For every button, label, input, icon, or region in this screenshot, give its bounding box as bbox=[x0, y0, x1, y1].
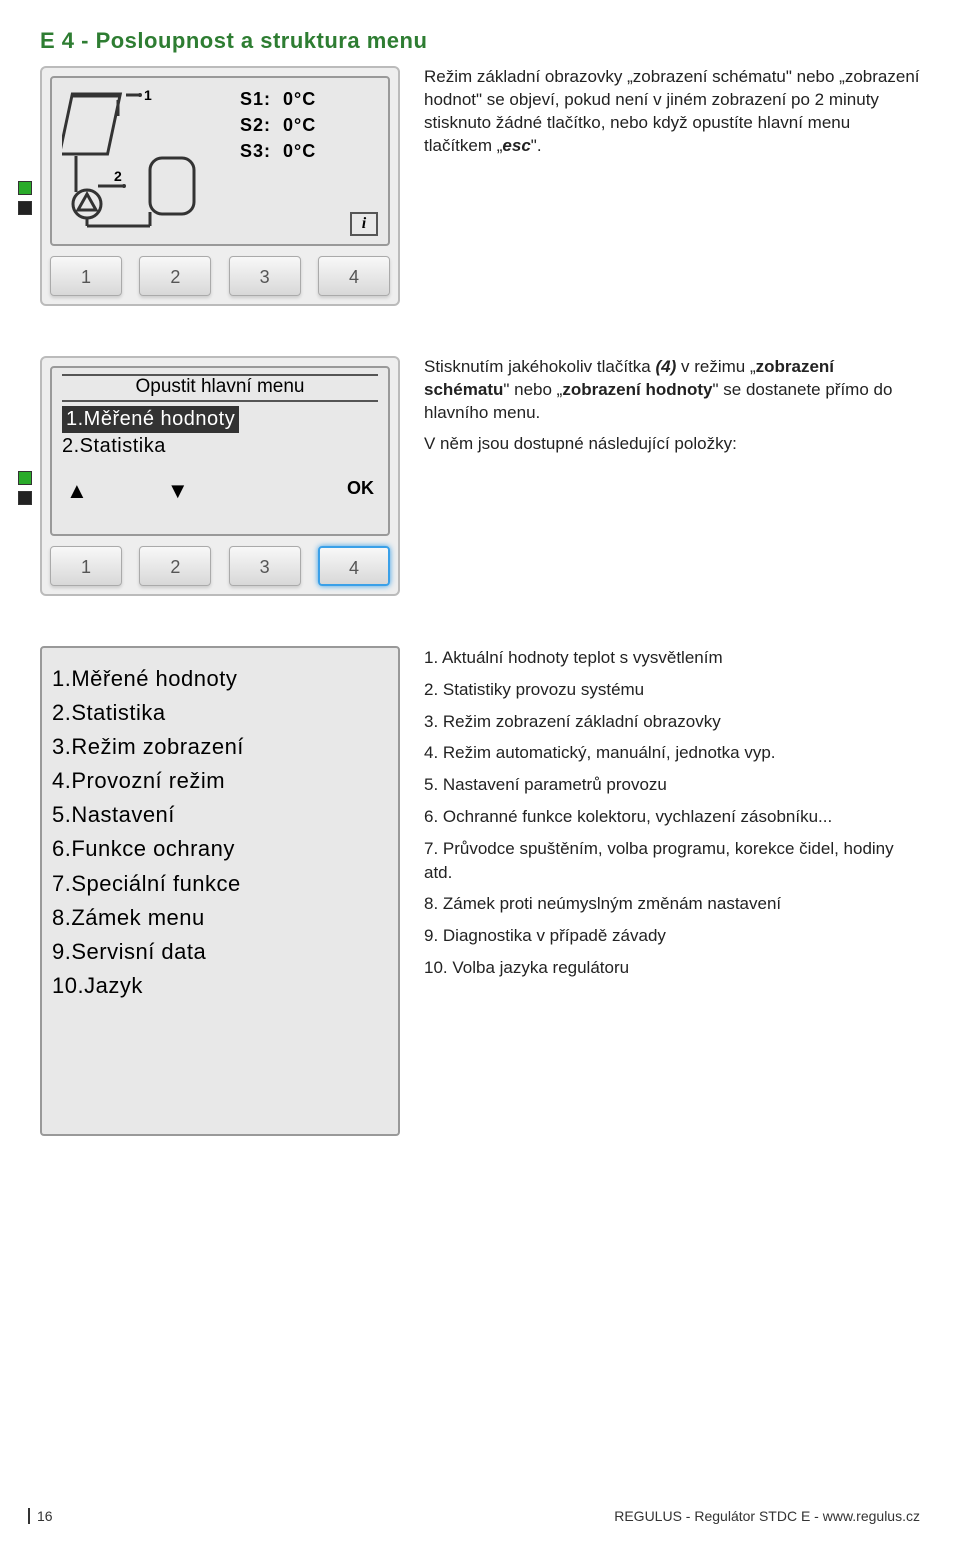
menu-item[interactable]: 1.Měřené hodnoty bbox=[52, 662, 388, 696]
lcd-main-menu: Opustit hlavní menu 1.Měřené hodnoty 2.S… bbox=[50, 366, 390, 536]
key-1[interactable]: 1 bbox=[50, 256, 122, 296]
key-3[interactable]: 3 bbox=[229, 546, 301, 586]
menu-item[interactable]: 10.Jazyk bbox=[52, 969, 388, 1003]
led-green bbox=[18, 471, 32, 485]
device-panel-2: Opustit hlavní menu 1.Měřené hodnoty 2.S… bbox=[40, 356, 400, 596]
svg-text:2: 2 bbox=[114, 168, 122, 184]
menu-item[interactable]: 8.Zámek menu bbox=[52, 901, 388, 935]
info-button[interactable]: i bbox=[350, 212, 378, 236]
full-menu-list: 1.Měřené hodnoty 2.Statistika 3.Režim zo… bbox=[52, 662, 388, 1003]
row-screen3: 1.Měřené hodnoty 2.Statistika 3.Režim zo… bbox=[40, 646, 920, 1136]
lcd-footer-icons: ▲ ▼ OK bbox=[52, 460, 388, 504]
footer-attribution: REGULUS - Regulátor STDC E - www.regulus… bbox=[614, 1508, 920, 1524]
page-number: 16 bbox=[28, 1508, 53, 1524]
key-4[interactable]: 4 bbox=[318, 546, 390, 586]
down-icon[interactable]: ▼ bbox=[167, 478, 189, 504]
keypad-row-2: 1 2 3 4 bbox=[50, 546, 390, 586]
page-footer: 16 REGULUS - Regulátor STDC E - www.regu… bbox=[28, 1508, 920, 1524]
menu-item[interactable]: 9.Servisní data bbox=[52, 935, 388, 969]
led-dark bbox=[18, 491, 32, 505]
menu-item[interactable]: 6.Funkce ochrany bbox=[52, 832, 388, 866]
led-dark bbox=[18, 201, 32, 215]
up-icon[interactable]: ▲ bbox=[66, 478, 88, 504]
key-4[interactable]: 4 bbox=[318, 256, 390, 296]
lcd-full-menu: 1.Měřené hodnoty 2.Statistika 3.Režim zo… bbox=[40, 646, 400, 1136]
description-1: Režim základní obrazovky „zobrazení sché… bbox=[424, 66, 920, 306]
key-2[interactable]: 2 bbox=[139, 546, 211, 586]
menu-list: 1.Měřené hodnoty 2.Statistika bbox=[62, 406, 378, 460]
row-screen1: 1 2 bbox=[40, 66, 920, 306]
menu-item[interactable]: 2.Statistika bbox=[52, 696, 388, 730]
menu-item[interactable]: 7.Speciální funkce bbox=[52, 867, 388, 901]
lcd-scheme-view: 1 2 bbox=[50, 76, 390, 246]
row-screen2: Opustit hlavní menu 1.Měřené hodnoty 2.S… bbox=[40, 356, 920, 596]
menu-item[interactable]: 3.Režim zobrazení bbox=[52, 730, 388, 764]
led-green bbox=[18, 181, 32, 195]
key-2[interactable]: 2 bbox=[139, 256, 211, 296]
menu-item[interactable]: 4.Provozní režim bbox=[52, 764, 388, 798]
scheme-diagram: 1 2 bbox=[62, 86, 222, 236]
menu-item-1[interactable]: 1.Měřené hodnoty bbox=[62, 406, 239, 433]
key-3[interactable]: 3 bbox=[229, 256, 301, 296]
description-2: Stisknutím jakéhokoliv tlačítka (4) v re… bbox=[424, 356, 920, 596]
menu-item-2[interactable]: 2.Statistika bbox=[62, 433, 378, 460]
ok-label[interactable]: OK bbox=[347, 478, 374, 504]
temperature-readings: S1: 0°C S2: 0°C S3: 0°C bbox=[240, 86, 316, 236]
key-1[interactable]: 1 bbox=[50, 546, 122, 586]
device-panel-1: 1 2 bbox=[40, 66, 400, 306]
menu-item[interactable]: 5.Nastavení bbox=[52, 798, 388, 832]
svg-text:1: 1 bbox=[144, 87, 152, 103]
keypad-row-1: 1 2 3 4 bbox=[50, 256, 390, 296]
explanations-list: 1. Aktuální hodnoty teplot s vysvětlením… bbox=[424, 646, 920, 1136]
section-title: E 4 - Posloupnost a struktura menu bbox=[40, 28, 920, 54]
menu-title: Opustit hlavní menu bbox=[62, 376, 378, 398]
